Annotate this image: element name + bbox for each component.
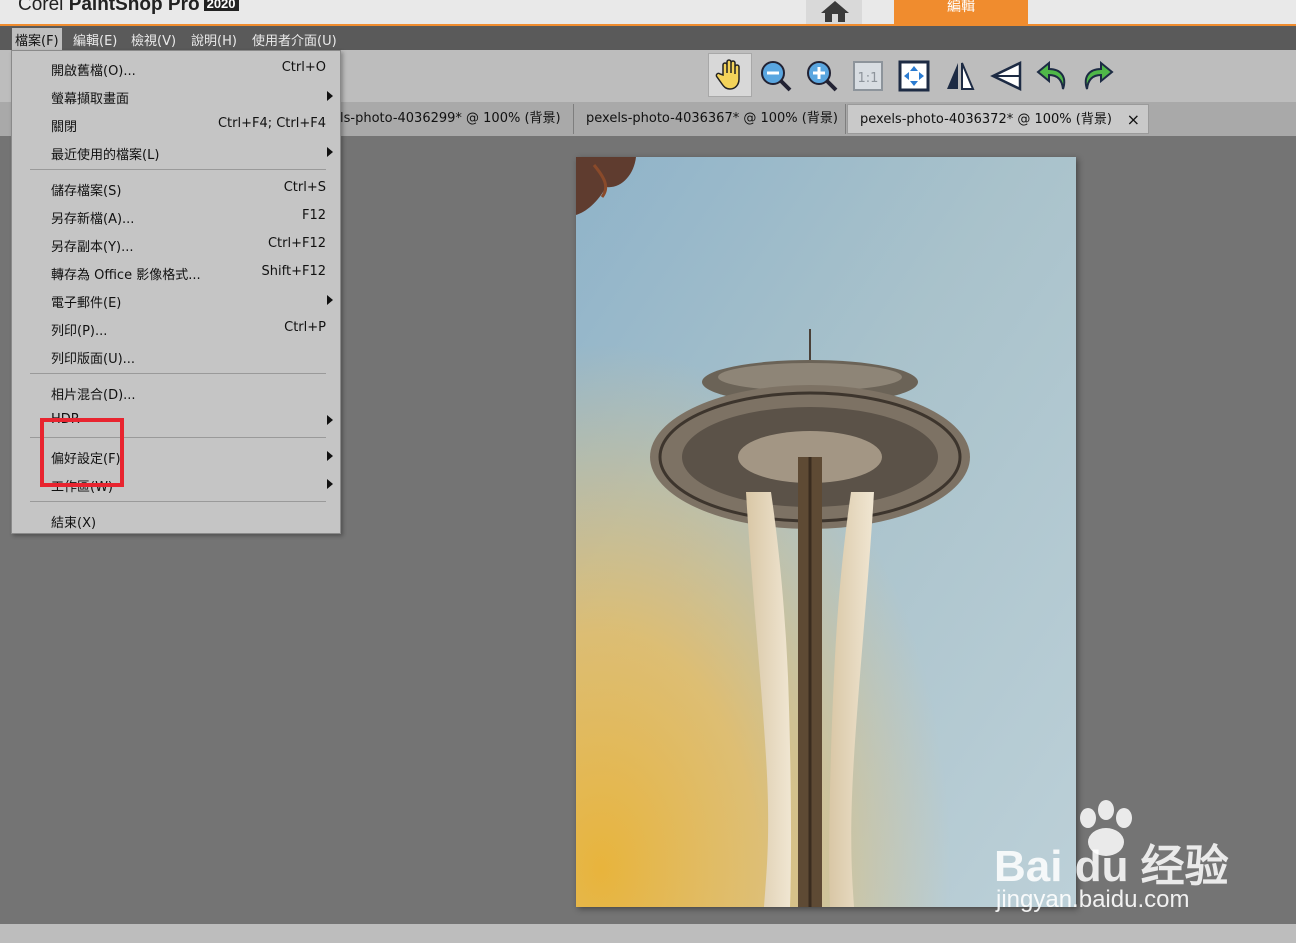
menu-item-label: 另存副本(Y)... — [51, 240, 134, 255]
image-canvas[interactable] — [576, 157, 1076, 907]
menu-item-label: 相片混合(D)... — [51, 388, 136, 403]
app-brand: Corel PaintShop Pro 2020 — [18, 0, 239, 16]
zoom-in-icon — [807, 61, 838, 92]
home-tab[interactable] — [806, 0, 862, 24]
menu-item-label: 螢幕擷取畫面 — [51, 92, 130, 107]
menu-view[interactable]: 檢視(V) — [131, 30, 176, 49]
status-bar — [0, 924, 1296, 943]
menu-item-save-as[interactable]: 另存新檔(A)... F12 — [12, 202, 340, 230]
document-tab-active[interactable]: pexels-photo-4036372* @ 100% (背景) × — [847, 104, 1149, 134]
menu-item-shortcut: Ctrl+F12 — [267, 236, 326, 251]
document-tab-label: pexels-photo-4036372* @ 100% (背景) — [860, 112, 1112, 127]
submenu-arrow-icon — [327, 479, 333, 489]
zoom-out-button[interactable] — [756, 56, 796, 96]
submenu-arrow-icon — [327, 91, 333, 101]
menu-item-close[interactable]: 關閉 Ctrl+F4; Ctrl+F4 — [12, 110, 340, 138]
brand-prefix: Corel — [18, 0, 64, 15]
baidu-watermark: Bai du 经验 jingyan.baidu.com — [990, 800, 1230, 915]
menu-edit[interactable]: 編輯(E) — [73, 30, 117, 49]
zoom-out-icon — [761, 61, 792, 92]
pan-hand-icon — [715, 59, 740, 90]
menu-item-label: 轉存為 Office 影像格式... — [51, 268, 201, 283]
mirror-button[interactable] — [986, 56, 1026, 96]
edit-tab[interactable]: 編輯 — [894, 0, 1028, 24]
menu-item-label: 列印版面(U)... — [51, 352, 136, 367]
menu-file[interactable]: 檔案(F) — [12, 28, 62, 51]
submenu-arrow-icon — [327, 147, 333, 157]
menu-user-interface[interactable]: 使用者介面(U) — [252, 30, 337, 49]
menu-item-shortcut: Ctrl+S — [283, 180, 326, 195]
menu-item-open[interactable]: 開啟舊檔(O)... Ctrl+O — [12, 54, 340, 82]
menu-item-print-layout[interactable]: 列印版面(U)... — [12, 342, 340, 370]
rotate-right-icon — [1084, 60, 1114, 90]
menu-item-exit[interactable]: 結束(X) — [12, 506, 340, 534]
rotate-left-button[interactable] — [1032, 56, 1072, 96]
svg-text:1:1: 1:1 — [858, 71, 879, 86]
menu-item-shortcut: Ctrl+F4; Ctrl+F4 — [217, 116, 326, 131]
menu-item-print[interactable]: 列印(P)... Ctrl+P — [12, 314, 340, 342]
space-needle-photo — [576, 157, 1076, 907]
menu-item-shortcut: Ctrl+P — [284, 320, 326, 335]
menu-item-shortcut: F12 — [301, 208, 326, 223]
mirror-icon — [990, 61, 1022, 91]
menu-item-save[interactable]: 儲存檔案(S) Ctrl+S — [12, 174, 340, 202]
menu-item-label: 列印(P)... — [51, 324, 108, 339]
document-tab-label: ls-photo-4036299* @ 100% (背景) — [340, 111, 561, 126]
document-tab[interactable]: ls-photo-4036299* @ 100% (背景) — [328, 104, 574, 134]
submenu-arrow-icon — [327, 415, 333, 425]
pan-tool-button[interactable] — [708, 53, 752, 97]
brand-name: PaintShop Pro — [68, 0, 200, 15]
actual-size-button[interactable]: 1:1 — [848, 56, 888, 96]
menu-item-label: 另存新檔(A)... — [51, 212, 135, 227]
fit-window-icon — [898, 60, 930, 92]
menu-item-export-office[interactable]: 轉存為 Office 影像格式... Shift+F12 — [12, 258, 340, 286]
flip-icon — [947, 62, 975, 90]
menu-item-recent-files[interactable]: 最近使用的檔案(L) — [12, 138, 340, 166]
brand-year: 2020 — [203, 0, 239, 11]
menu-item-screen-capture[interactable]: 螢幕擷取畫面 — [12, 82, 340, 110]
menu-separator — [30, 169, 326, 170]
menu-item-label: 最近使用的檔案(L) — [51, 148, 160, 163]
menu-item-label: 儲存檔案(S) — [51, 184, 122, 199]
document-tab-label: pexels-photo-4036367* @ 100% (背景) — [586, 111, 838, 126]
fit-window-button[interactable] — [894, 56, 934, 96]
menu-bar: 檔案(F) 編輯(E) 檢視(V) 說明(H) 使用者介面(U) — [0, 26, 1296, 51]
menu-item-photo-blend[interactable]: 相片混合(D)... — [12, 378, 340, 406]
rotate-left-icon — [1036, 60, 1066, 90]
menu-item-label: 電子郵件(E) — [51, 296, 122, 311]
menu-help[interactable]: 說明(H) — [191, 30, 237, 49]
menu-item-shortcut: Ctrl+O — [281, 60, 326, 75]
menu-separator — [30, 373, 326, 374]
menu-item-label: 開啟舊檔(O)... — [51, 64, 136, 79]
menu-item-save-copy[interactable]: 另存副本(Y)... Ctrl+F12 — [12, 230, 340, 258]
home-icon — [821, 1, 849, 22]
actual-size-icon: 1:1 — [853, 61, 883, 91]
flip-button[interactable] — [940, 56, 980, 96]
watermark-url: jingyan.baidu.com — [996, 886, 1190, 913]
highlight-box — [40, 418, 124, 487]
rotate-right-button[interactable] — [1078, 56, 1118, 96]
close-icon[interactable]: × — [1127, 105, 1140, 135]
watermark-title: Bai du 经验 — [994, 842, 1229, 891]
zoom-in-button[interactable] — [802, 56, 842, 96]
menu-item-shortcut: Shift+F12 — [261, 264, 326, 279]
document-tab[interactable]: pexels-photo-4036367* @ 100% (背景) — [574, 104, 846, 134]
menu-item-label: 結束(X) — [51, 516, 97, 531]
submenu-arrow-icon — [327, 451, 333, 461]
submenu-arrow-icon — [327, 295, 333, 305]
menu-separator — [30, 501, 326, 502]
menu-item-label: 關閉 — [51, 120, 78, 135]
menu-item-email[interactable]: 電子郵件(E) — [12, 286, 340, 314]
